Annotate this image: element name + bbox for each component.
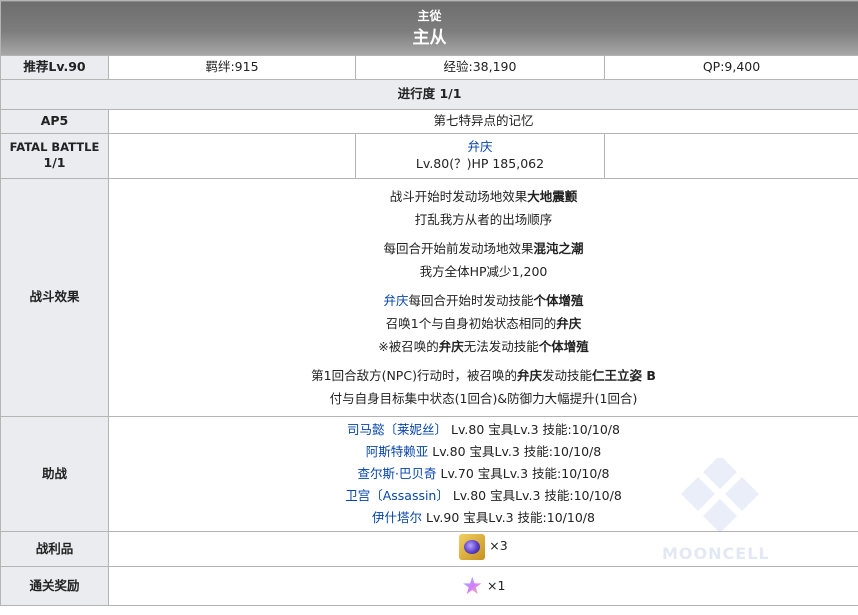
support-servant-row: 阿斯特赖亚 Lv.80 宝具Lv.3 技能:10/10/8 (365, 444, 602, 459)
clear-reward-count: ×1 (487, 577, 506, 593)
support-servant-link[interactable]: 阿斯特赖亚 (366, 444, 429, 459)
enemy-name-link[interactable]: 弁庆 (356, 139, 604, 156)
recommended-level-label: 推荐Lv.90 (0, 55, 109, 80)
support-servant-link[interactable]: 伊什塔尔 (372, 510, 422, 525)
fatal-battle-label-line1: FATAL BATTLE (9, 139, 100, 154)
battle-effects-cell: 战斗开始时发动场地效果大地震颤 打乱我方从者的出场顺序 每回合开始前发动场地效果… (108, 178, 858, 417)
banner-subtitle: 主從 (417, 9, 442, 24)
effect-line: 战斗开始时发动场地效果大地震颤 (389, 189, 578, 204)
effect-line: 第1回合敌方(NPC)行动时，被召唤的弁庆发动技能仁王立姿 B (311, 368, 656, 383)
support-servant-row: 卫宫〔Assassin〕 Lv.80 宝具Lv.3 技能:10/10/8 (345, 488, 622, 503)
effect-line: 付与自身目标集中状态(1回合)&防御力大幅提升(1回合) (329, 391, 638, 406)
clear-reward-cell: ★ ×1 (108, 566, 858, 606)
enemy-stats: Lv.80(？)HP 185,062 (415, 156, 545, 171)
effect-line: 召唤1个与自身初始状态相同的弁庆 (385, 316, 582, 331)
drops-cell: ×3 (108, 531, 858, 567)
support-servant-row: 司马懿〔莱妮丝〕 Lv.80 宝具Lv.3 技能:10/10/8 (347, 422, 620, 437)
fatal-battle-label: FATAL BATTLE 1/1 (0, 133, 109, 179)
location-name: 第七特异点的记忆 (108, 109, 858, 134)
ap-label: AP5 (0, 109, 109, 134)
qp-value: QP:9,400 (604, 55, 858, 80)
benkei-link[interactable]: 弁庆 (383, 293, 408, 308)
support-servant-row: 伊什塔尔 Lv.90 宝具Lv.3 技能:10/10/8 (372, 510, 595, 525)
fatal-empty-cell-left (108, 133, 356, 179)
drop-count: ×3 (489, 538, 508, 554)
clear-reward-label: 通关奖励 (0, 566, 109, 606)
support-servant-link[interactable]: 查尔斯·巴贝奇 (358, 466, 437, 481)
effect-line: ※被召唤的弁庆无法发动技能个体增殖 (378, 339, 589, 354)
fatal-empty-cell-right (604, 133, 858, 179)
support-cell: 司马懿〔莱妮丝〕 Lv.80 宝具Lv.3 技能:10/10/8 阿斯特赖亚 L… (108, 416, 858, 532)
banner-title: 主从 (412, 27, 447, 48)
support-servant-link[interactable]: 卫宫〔Assassin〕 (345, 488, 449, 503)
drops-label: 战利品 (0, 531, 109, 567)
support-servant-row: 查尔斯·巴贝奇 Lv.70 宝具Lv.3 技能:10/10/8 (357, 466, 610, 481)
rainbow-star-quartz-icon[interactable]: ★ (462, 573, 484, 599)
battle-effects-label: 战斗效果 (0, 178, 109, 417)
enemy-cell: 弁庆 Lv.80(？)HP 185,062 (355, 133, 605, 179)
bond-value: 羁绊:915 (108, 55, 356, 80)
quest-banner: 主從 主从 (0, 0, 858, 56)
effect-line: 每回合开始前发动场地效果混沌之潮 (383, 241, 584, 256)
fatal-battle-label-line2: 1/1 (43, 155, 66, 171)
purple-gem-item-icon[interactable] (459, 533, 486, 560)
effect-line: 弁庆每回合开始时发动技能个体增殖 (383, 293, 584, 308)
effect-line: 我方全体HP减少1,200 (419, 264, 548, 279)
progress-header: 进行度 1/1 (0, 79, 858, 110)
support-servant-link[interactable]: 司马懿〔莱妮丝〕 (347, 422, 447, 437)
quest-table: 主從 主从 推荐Lv.90 羁绊:915 经验:38,190 QP:9,400 … (0, 0, 858, 606)
support-label: 助战 (0, 416, 109, 532)
effect-line: 打乱我方从者的出场顺序 (414, 212, 553, 227)
exp-value: 经验:38,190 (355, 55, 605, 80)
